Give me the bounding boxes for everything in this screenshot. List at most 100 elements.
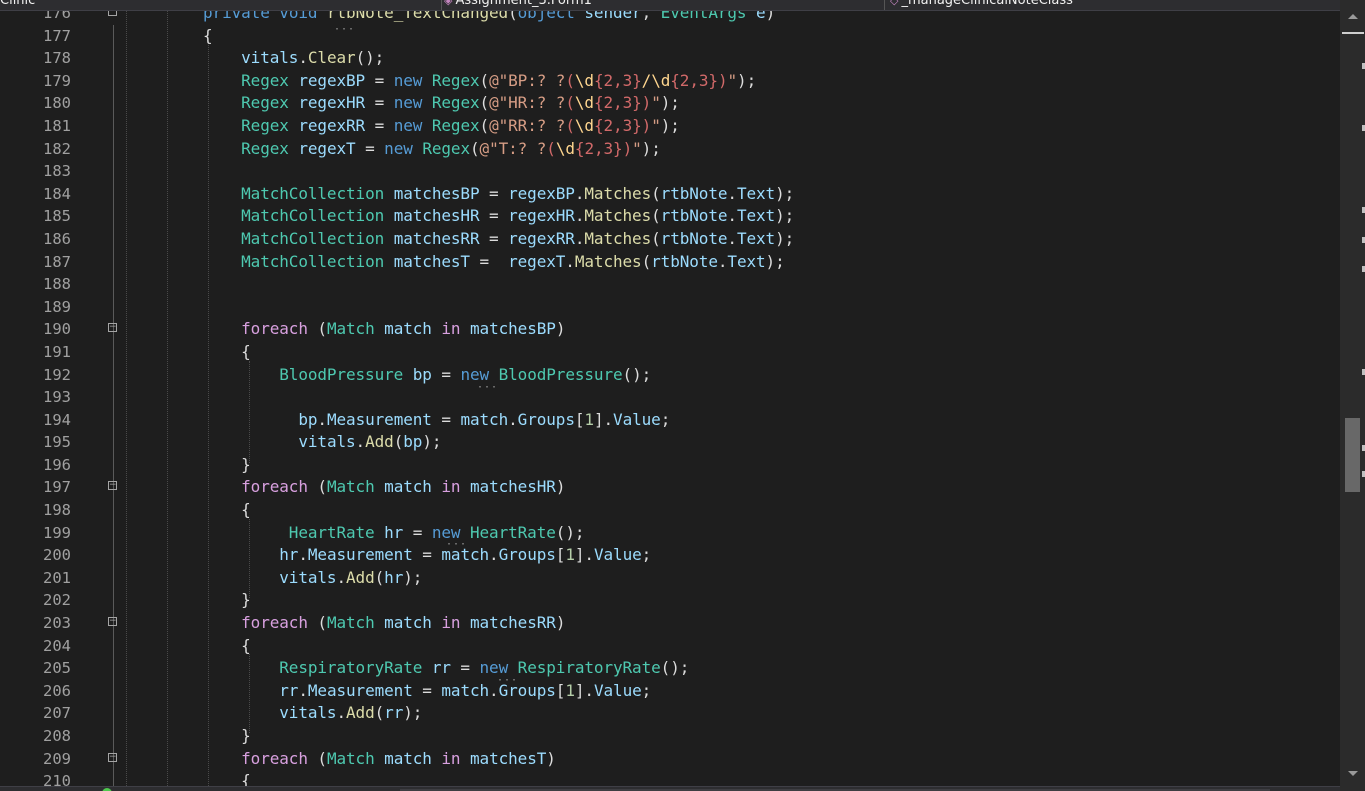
code-token: foreach — [241, 613, 308, 633]
code-line[interactable]: 209 − foreach (Match match in matchesT) — [0, 748, 1340, 771]
code-line[interactable]: 176 − private void rtbNote_TextChanged(obj… — [0, 11, 1340, 25]
code-line[interactable]: 207 vitals.Add(rr); — [0, 702, 1340, 725]
code-line[interactable]: 193 — [0, 386, 1340, 409]
code-token: = — [412, 545, 442, 565]
code-token: = — [450, 658, 480, 678]
code-text: hr.Measurement = match.Groups[1].Value; — [203, 544, 651, 567]
code-text: vitals.Add(bp); — [203, 431, 441, 454]
code-token: } — [203, 590, 251, 610]
vertical-scrollbar[interactable] — [1340, 0, 1365, 791]
code-line[interactable]: 198 { — [0, 499, 1340, 522]
code-line[interactable]: 189 — [0, 296, 1340, 319]
collapse-minus-icon[interactable]: − — [108, 481, 117, 491]
code-token: hr — [279, 545, 299, 565]
code-line[interactable]: 191 { — [0, 341, 1340, 364]
code-token: matchesRR — [393, 228, 480, 248]
code-line[interactable]: 179 Regex regexBP = new Regex(@"BP:? ?(\… — [0, 70, 1340, 93]
code-text: bp.Measurement = match.Groups[1].Value; — [203, 409, 670, 432]
type-dropdown[interactable]: ◈ Assignment_3.Form1 — [444, 0, 592, 8]
code-line[interactable]: 203 − foreach (Match match in matchesRR) — [0, 612, 1340, 635]
code-token: new — [384, 138, 413, 158]
bottom-strip — [0, 786, 1340, 791]
code-token: Value — [613, 409, 661, 429]
scrollbar-thumb[interactable] — [1345, 418, 1360, 492]
code-line[interactable]: 177 { — [0, 25, 1340, 48]
code-token: { — [203, 635, 251, 655]
code-line[interactable]: 192 BloodPressure bp = new BloodPressure… — [0, 364, 1340, 387]
scrollbar-marker — [1342, 32, 1364, 34]
code-line[interactable]: 206 rr.Measurement = match.Groups[1].Val… — [0, 680, 1340, 703]
code-line[interactable]: 195 vitals.Add(bp); — [0, 431, 1340, 454]
code-token: ); — [765, 251, 785, 271]
suggestion-dots[interactable]: ··· — [334, 25, 355, 35]
code-line[interactable]: 185 MatchCollection matchesHR = regexHR.… — [0, 205, 1340, 228]
code-token: rtbNote — [651, 251, 718, 271]
code-token: match — [384, 748, 432, 768]
code-line[interactable]: 187 MatchCollection matchesT = regexT.Ma… — [0, 251, 1340, 274]
code-token: [ — [555, 680, 566, 700]
code-line[interactable]: 204 { — [0, 635, 1340, 658]
code-line[interactable]: 188 — [0, 273, 1340, 296]
code-token: foreach — [241, 319, 308, 339]
collapse-minus-icon[interactable]: − — [108, 11, 117, 16]
collapse-minus-icon[interactable]: − — [108, 752, 117, 762]
collapse-minus-icon[interactable]: − — [108, 617, 117, 627]
project-dropdown[interactable]: Clinic — [0, 0, 35, 8]
member-dropdown[interactable]: ◇ _manageClinicalNoteClass — [890, 0, 1073, 8]
code-token: e — [756, 11, 766, 22]
code-token: ; — [641, 545, 652, 565]
code-line[interactable]: 194 bp.Measurement = match.Groups[1].Val… — [0, 409, 1340, 432]
code-token: rr — [279, 680, 299, 700]
code-line[interactable]: 202 } — [0, 589, 1340, 612]
code-token: ]. — [593, 409, 614, 429]
code-line[interactable]: 182 Regex regexT = new Regex(@"T:? ?(\d{… — [0, 138, 1340, 161]
code-editor[interactable]: 176− private void rtbNote_TextChanged(obj… — [0, 11, 1340, 786]
code-line[interactable]: 205 RespiratoryRate rr = new Respiratory… — [0, 657, 1340, 680]
code-line[interactable]: 208 } — [0, 725, 1340, 748]
code-text: MatchCollection matchesBP = regexBP.Matc… — [203, 183, 794, 206]
code-line[interactable]: 197 − foreach (Match match in matchesHR) — [0, 476, 1340, 499]
line-number: 180 — [43, 94, 71, 113]
line-number: 193 — [43, 388, 71, 407]
code-token: match — [384, 319, 432, 339]
code-line[interactable]: 178 vitals.Clear(); — [0, 47, 1340, 70]
code-text: MatchCollection matchesT = regexT.Matche… — [203, 251, 785, 274]
code-token: matchesHR — [393, 206, 480, 226]
code-line[interactable]: 201 vitals.Add(hr); — [0, 567, 1340, 590]
code-text: HeartRate hr = new HeartRate(); — [203, 522, 585, 545]
code-line[interactable]: 196 } — [0, 454, 1340, 477]
code-line[interactable]: 183 — [0, 160, 1340, 183]
suggestion-dots[interactable]: ··· — [497, 676, 518, 686]
code-line[interactable]: 190 − foreach (Match match in matchesBP) — [0, 318, 1340, 341]
code-line[interactable]: 199 HeartRate hr = new HeartRate(); — [0, 522, 1340, 545]
suggestion-dots[interactable]: ··· — [477, 383, 498, 393]
code-line[interactable]: 186 MatchCollection matchesRR = regexRR.… — [0, 228, 1340, 251]
code-line[interactable]: 180 Regex regexHR = new Regex(@"HR:? ?(\… — [0, 92, 1340, 115]
code-text: { — [203, 499, 251, 522]
code-token: ; — [641, 680, 652, 700]
arrow-up-icon[interactable] — [1348, 14, 1358, 19]
code-token: ); — [422, 432, 442, 452]
collapse-minus-icon[interactable]: − — [108, 323, 117, 333]
type-dropdown-label: Assignment_3.Form1 — [455, 0, 592, 8]
line-number: 202 — [43, 591, 71, 610]
code-line[interactable]: 210 { — [0, 770, 1340, 786]
code-line[interactable]: 181 Regex regexRR = new Regex(@"RR:? ?(\… — [0, 115, 1340, 138]
code-token: Regex — [241, 70, 289, 90]
code-line[interactable]: 184 MatchCollection matchesBP = regexBP.… — [0, 183, 1340, 206]
code-token: ( — [565, 93, 575, 113]
code-token: MatchCollection — [241, 206, 385, 226]
arrow-down-icon[interactable] — [1348, 771, 1358, 776]
code-line[interactable]: 200 hr.Measurement = match.Groups[1].Val… — [0, 544, 1340, 567]
code-token: ) — [555, 319, 566, 339]
code-token: regexBP — [508, 183, 575, 203]
code-token: vitals — [298, 432, 356, 452]
code-token: Groups — [498, 545, 556, 565]
suggestion-dots[interactable]: ··· — [446, 540, 467, 550]
